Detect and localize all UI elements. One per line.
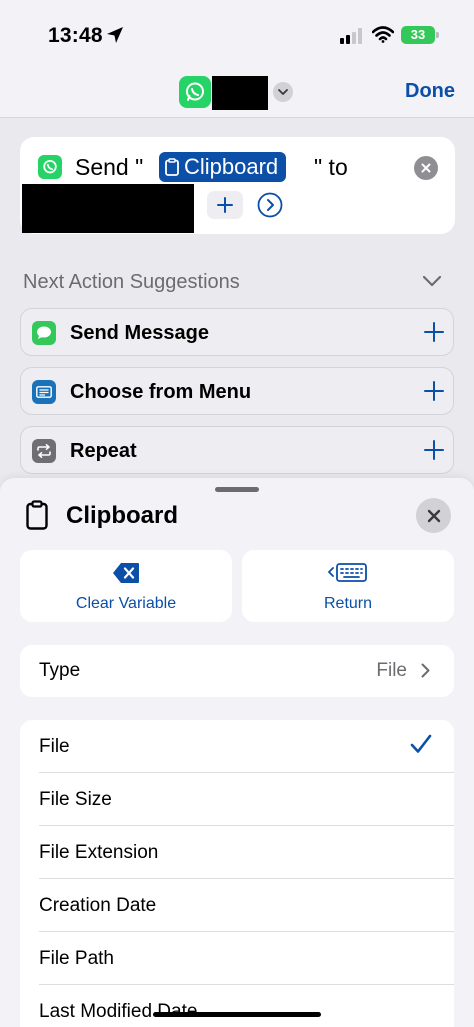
clipboard-icon [165,158,179,176]
suggestion-label: Send Message [70,322,209,344]
home-indicator[interactable] [153,1012,321,1017]
plus-icon[interactable] [423,439,445,461]
delete-backward-icon [113,563,139,583]
action-send-prefix: Send " [75,154,144,180]
clipboard-variable-token[interactable]: Clipboard [159,152,287,182]
option-label: File Size [39,789,112,810]
loop-arrows-icon [37,444,51,458]
location-arrow-icon [107,27,123,43]
plus-icon[interactable] [423,380,445,402]
chevron-down-icon [278,89,288,95]
type-value: File [376,660,407,681]
checkmark-icon [410,734,432,753]
expand-arrow-circle-icon[interactable] [257,192,283,218]
keyboard-dismiss-icon [328,563,367,582]
close-icon [421,163,431,173]
whatsapp-icon [38,155,62,179]
clipboard-variable-sheet: Clipboard Clear Variable Return Type Fil… [0,478,474,1027]
suggestion-label: Repeat [70,440,137,462]
action-to-suffix: " to [314,154,348,180]
close-sheet-button[interactable] [416,498,451,533]
redacted-shortcut-name [212,76,268,110]
clipboard-variable-label: Clipboard [184,154,279,179]
clear-variable-button[interactable]: Clear Variable [20,550,232,622]
send-message-action-card[interactable]: Send " Clipboard " to [20,137,455,234]
menu-icon [32,380,56,404]
option-row[interactable]: Last Modified Date [20,985,454,1027]
option-row[interactable]: Creation Date [20,879,454,932]
suggestion-label: Choose from Menu [70,381,252,403]
battery-tip [436,32,439,38]
return-label: Return [323,595,373,612]
battery-icon: 33 [401,26,435,44]
return-button[interactable]: Return [242,550,454,622]
wifi-icon [372,26,394,43]
speech-bubble-icon [37,326,51,339]
status-bar: 13:48 33 [0,0,474,72]
add-recipient-button[interactable] [207,191,243,219]
option-row[interactable]: File [20,720,454,773]
chevron-right-icon [421,663,430,678]
clear-variable-label: Clear Variable [75,595,177,612]
option-row[interactable]: File Path [20,932,454,985]
sheet-title: Clipboard [66,502,178,529]
option-row[interactable]: File Extension [20,826,454,879]
done-button[interactable]: Done [405,80,455,103]
title-menu-button[interactable] [273,82,293,102]
repeat-icon [32,439,56,463]
suggestion-send-message[interactable]: Send Message [20,308,454,356]
clipboard-icon [26,500,48,530]
redacted-recipient [22,184,194,233]
suggestion-choose-from-menu[interactable]: Choose from Menu [20,367,454,415]
option-label: File [39,736,70,757]
suggestions-header: Next Action Suggestions [23,271,240,293]
battery-level: 33 [410,27,426,42]
chevron-down-icon[interactable] [422,275,442,287]
plus-icon [217,197,233,213]
suggestion-repeat[interactable]: Repeat [20,426,454,474]
phone-bubble-icon [186,82,204,101]
plus-icon[interactable] [423,321,445,343]
cellular-signal-icon [340,28,362,44]
remove-action-button[interactable] [414,156,438,180]
option-label: File Extension [39,842,159,863]
phone-bubble-icon [43,159,57,174]
status-time: 13:48 [48,24,103,47]
option-row[interactable]: File Size [20,773,454,826]
type-label: Type [39,660,81,681]
nav-bar: Done [0,72,474,118]
type-selector-row[interactable]: Type File [20,645,454,697]
sheet-grabber[interactable] [215,487,259,492]
whatsapp-icon[interactable] [179,76,211,108]
close-icon [427,509,440,522]
property-options-list: File File Size File Extension Creation D… [20,720,454,1027]
list-menu-icon [36,386,52,398]
option-label: Creation Date [39,895,157,916]
option-label: File Path [39,948,114,969]
messages-icon [32,321,56,345]
